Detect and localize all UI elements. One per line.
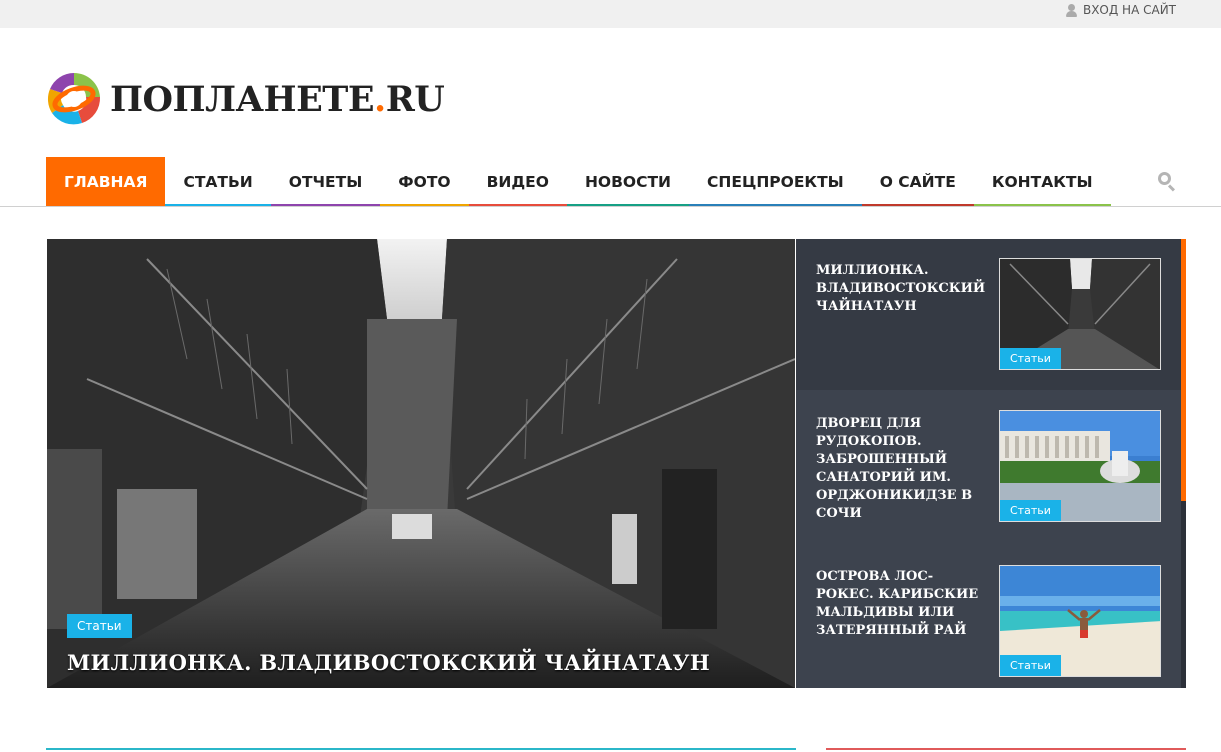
- list-item-category-badge[interactable]: Статьи: [1000, 500, 1061, 521]
- list-item[interactable]: ДВОРЕЦ ДЛЯ РУДОКОПОВ. ЗАБРОШЕННЫЙ САНАТО…: [796, 390, 1181, 544]
- list-item[interactable]: МИЛЛИОНКА. ВЛАДИВОСТОКСКИЙ ЧАЙНАТАУН Ста…: [796, 239, 1181, 390]
- section-divider-left: [46, 748, 796, 750]
- list-item-thumbnail[interactable]: Статьи: [999, 410, 1161, 522]
- list-item-title[interactable]: МИЛЛИОНКА. ВЛАДИВОСТОКСКИЙ ЧАЙНАТАУН: [816, 262, 985, 316]
- list-item-thumbnail[interactable]: Статьи: [999, 565, 1161, 677]
- featured-image: [47, 239, 795, 688]
- hero-title[interactable]: МИЛЛИОНКА. ВЛАДИВОСТОКСКИЙ ЧАЙНАТАУН: [67, 650, 710, 675]
- featured-list-scrollbar[interactable]: [1181, 239, 1186, 688]
- list-item-category-badge[interactable]: Статьи: [1000, 655, 1061, 676]
- nav-item-video[interactable]: ВИДЕО: [468, 157, 567, 207]
- list-item-title[interactable]: ДВОРЕЦ ДЛЯ РУДОКОПОВ. ЗАБРОШЕННЫЙ САНАТО…: [816, 415, 984, 523]
- login-label: ВХОД НА САЙТ: [1082, 3, 1176, 17]
- top-bar: ВХОД НА САЙТ: [0, 0, 1221, 28]
- nav-item-photo[interactable]: ФОТО: [380, 157, 469, 207]
- section-divider-right: [826, 748, 1186, 750]
- featured-list: МИЛЛИОНКА. ВЛАДИВОСТОКСКИЙ ЧАЙНАТАУН Ста…: [796, 239, 1186, 688]
- nav-item-home[interactable]: ГЛАВНАЯ: [46, 157, 166, 207]
- hero-category-badge[interactable]: Статьи: [67, 614, 132, 638]
- list-item-title[interactable]: ОСТРОВА ЛОС-РОКЕС. КАРИБСКИЕ МАЛЬДИВЫ ИЛ…: [816, 568, 984, 640]
- nav-item-news[interactable]: НОВОСТИ: [566, 157, 690, 207]
- nav-divider: [0, 206, 1221, 207]
- scrollbar-thumb[interactable]: [1181, 239, 1186, 501]
- main-nav: ГЛАВНАЯ СТАТЬИ ОТЧЕТЫ ФОТО ВИДЕО НОВОСТИ…: [46, 157, 1111, 207]
- nav-item-special-projects[interactable]: СПЕЦПРОЕКТЫ: [689, 157, 862, 207]
- user-icon: [1065, 3, 1077, 17]
- nav-item-contacts[interactable]: КОНТАКТЫ: [973, 157, 1111, 207]
- nav-item-reports[interactable]: ОТЧЕТЫ: [270, 157, 381, 207]
- logo-text: ПОПЛАНЕТЕ.RU: [110, 78, 445, 120]
- featured-article[interactable]: Статьи МИЛЛИОНКА. ВЛАДИВОСТОКСКИЙ ЧАЙНАТ…: [47, 239, 795, 688]
- list-item-category-badge[interactable]: Статьи: [1000, 348, 1061, 369]
- nav-item-about[interactable]: О САЙТЕ: [861, 157, 974, 207]
- search-icon[interactable]: [1158, 172, 1176, 192]
- site-logo[interactable]: ПОПЛАНЕТЕ.RU: [46, 71, 445, 127]
- list-item[interactable]: ОСТРОВА ЛОС-РОКЕС. КАРИБСКИЕ МАЛЬДИВЫ ИЛ…: [796, 544, 1181, 688]
- planet-logo-icon: [47, 72, 101, 126]
- login-link[interactable]: ВХОД НА САЙТ: [1065, 3, 1176, 17]
- nav-item-articles[interactable]: СТАТЬИ: [165, 157, 271, 207]
- list-item-thumbnail[interactable]: Статьи: [999, 258, 1161, 370]
